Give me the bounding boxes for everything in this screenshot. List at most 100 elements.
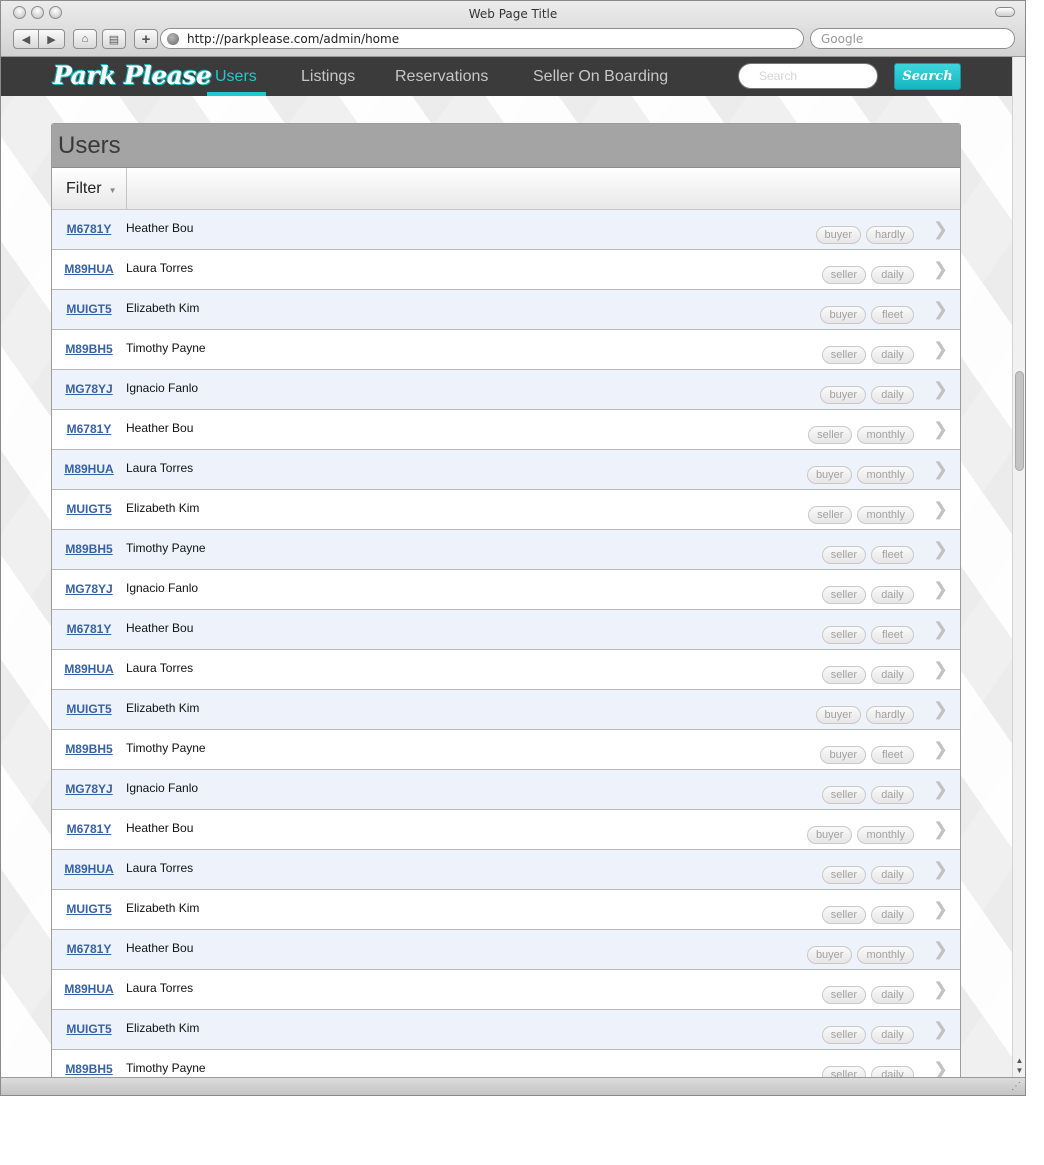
user-row[interactable]: M6781Y Heather Bou seller monthly ❯ bbox=[52, 410, 960, 450]
chevron-right-icon[interactable]: ❯ bbox=[933, 699, 948, 720]
window-status-bar: ⋰ bbox=[1, 1077, 1025, 1095]
user-id-link[interactable]: M89HUA bbox=[59, 862, 119, 876]
chevron-right-icon[interactable]: ❯ bbox=[933, 579, 948, 600]
user-tags: buyer hardly bbox=[815, 226, 914, 244]
chevron-right-icon[interactable]: ❯ bbox=[933, 899, 948, 920]
user-tags: seller daily bbox=[821, 786, 914, 804]
user-row[interactable]: MG78YJ Ignacio Fanlo seller daily ❯ bbox=[52, 770, 960, 810]
role-badge: buyer bbox=[815, 706, 862, 724]
chevron-right-icon[interactable]: ❯ bbox=[933, 619, 948, 640]
user-row[interactable]: M89BH5 Timothy Payne seller fleet ❯ bbox=[52, 530, 960, 570]
user-id-link[interactable]: M89BH5 bbox=[59, 742, 119, 756]
user-row[interactable]: M89HUA Laura Torres seller daily ❯ bbox=[52, 850, 960, 890]
role-badge: seller bbox=[821, 1026, 866, 1044]
chevron-right-icon[interactable]: ❯ bbox=[933, 819, 948, 840]
user-row[interactable]: M89BH5 Timothy Payne buyer fleet ❯ bbox=[52, 730, 960, 770]
home-button[interactable]: ⌂ bbox=[73, 29, 97, 49]
user-row[interactable]: MUIGT5 Elizabeth Kim seller daily ❯ bbox=[52, 890, 960, 930]
user-row[interactable]: MUIGT5 Elizabeth Kim seller monthly ❯ bbox=[52, 490, 960, 530]
user-row[interactable]: M6781Y Heather Bou seller fleet ❯ bbox=[52, 610, 960, 650]
user-row[interactable]: MG78YJ Ignacio Fanlo seller daily ❯ bbox=[52, 570, 960, 610]
user-id-link[interactable]: M89HUA bbox=[59, 462, 119, 476]
user-id-link[interactable]: M89HUA bbox=[59, 262, 119, 276]
user-id-link[interactable]: M89HUA bbox=[59, 662, 119, 676]
chevron-right-icon[interactable]: ❯ bbox=[933, 1019, 948, 1040]
user-name: Elizabeth Kim bbox=[126, 901, 200, 915]
user-id-link[interactable]: MUIGT5 bbox=[59, 702, 119, 716]
user-id-link[interactable]: M6781Y bbox=[59, 422, 119, 436]
user-tags: seller daily bbox=[821, 586, 914, 604]
user-row[interactable]: MUIGT5 Elizabeth Kim buyer fleet ❯ bbox=[52, 290, 960, 330]
user-id-link[interactable]: MUIGT5 bbox=[59, 1022, 119, 1036]
browser-search-input[interactable] bbox=[821, 31, 1001, 46]
user-id-link[interactable]: M89HUA bbox=[59, 982, 119, 996]
user-id-link[interactable]: M89BH5 bbox=[59, 1062, 119, 1076]
user-row[interactable]: MUIGT5 Elizabeth Kim seller daily ❯ bbox=[52, 1010, 960, 1050]
user-row[interactable]: M89BH5 Timothy Payne seller daily ❯ bbox=[52, 330, 960, 370]
nav-users[interactable]: Users bbox=[215, 68, 257, 86]
chevron-right-icon[interactable]: ❯ bbox=[933, 779, 948, 800]
chevron-right-icon[interactable]: ❯ bbox=[933, 259, 948, 280]
chevron-right-icon[interactable]: ❯ bbox=[933, 939, 948, 960]
user-id-link[interactable]: MUIGT5 bbox=[59, 302, 119, 316]
nav-seller-on-boarding[interactable]: Seller On Boarding bbox=[533, 68, 668, 86]
user-row[interactable]: M89HUA Laura Torres seller daily ❯ bbox=[52, 250, 960, 290]
user-row[interactable]: M89BH5 Timothy Payne seller daily ❯ bbox=[52, 1050, 960, 1078]
print-button[interactable]: ▤ bbox=[102, 29, 126, 49]
home-icon: ⌂ bbox=[81, 33, 89, 45]
url-input[interactable] bbox=[187, 31, 787, 46]
address-bar[interactable] bbox=[160, 28, 804, 49]
user-id-link[interactable]: M89BH5 bbox=[59, 542, 119, 556]
user-id-link[interactable]: M6781Y bbox=[59, 222, 119, 236]
chevron-right-icon[interactable]: ❯ bbox=[933, 219, 948, 240]
user-id-link[interactable]: MUIGT5 bbox=[59, 902, 119, 916]
user-row[interactable]: MUIGT5 Elizabeth Kim buyer hardly ❯ bbox=[52, 690, 960, 730]
toolbar-toggle-button[interactable] bbox=[995, 7, 1015, 17]
app-search-input[interactable] bbox=[759, 64, 869, 88]
nav-listings[interactable]: Listings bbox=[301, 68, 355, 86]
resize-grip-icon[interactable]: ⋰ bbox=[1011, 1081, 1021, 1092]
user-row[interactable]: MG78YJ Ignacio Fanlo buyer daily ❯ bbox=[52, 370, 960, 410]
user-id-link[interactable]: M6781Y bbox=[59, 622, 119, 636]
chevron-right-icon[interactable]: ❯ bbox=[933, 979, 948, 1000]
add-bookmark-button[interactable]: + bbox=[134, 29, 158, 49]
chevron-right-icon[interactable]: ❯ bbox=[933, 459, 948, 480]
user-row[interactable]: M89HUA Laura Torres seller daily ❯ bbox=[52, 970, 960, 1010]
chevron-right-icon[interactable]: ❯ bbox=[933, 659, 948, 680]
back-button[interactable]: ◀ bbox=[13, 29, 39, 49]
user-row[interactable]: M6781Y Heather Bou buyer monthly ❯ bbox=[52, 930, 960, 970]
chevron-right-icon[interactable]: ❯ bbox=[933, 739, 948, 760]
forward-button[interactable]: ▶ bbox=[39, 29, 65, 49]
chevron-right-icon[interactable]: ❯ bbox=[933, 419, 948, 440]
chevron-right-icon[interactable]: ❯ bbox=[933, 1059, 948, 1078]
user-row[interactable]: M6781Y Heather Bou buyer hardly ❯ bbox=[52, 210, 960, 250]
user-row[interactable]: M89HUA Laura Torres buyer monthly ❯ bbox=[52, 450, 960, 490]
user-id-link[interactable]: MG78YJ bbox=[59, 382, 119, 396]
vertical-scrollbar[interactable]: ▲ ▼ bbox=[1012, 57, 1025, 1078]
app-search-field[interactable] bbox=[738, 63, 878, 89]
scroll-arrows[interactable]: ▲ ▼ bbox=[1014, 1056, 1025, 1076]
chevron-right-icon[interactable]: ❯ bbox=[933, 299, 948, 320]
plan-badge: monthly bbox=[857, 506, 914, 524]
scroll-thumb[interactable] bbox=[1015, 371, 1024, 471]
nav-reservations[interactable]: Reservations bbox=[395, 68, 488, 86]
chevron-right-icon[interactable]: ❯ bbox=[933, 859, 948, 880]
user-id-link[interactable]: MG78YJ bbox=[59, 782, 119, 796]
user-row[interactable]: M89HUA Laura Torres seller daily ❯ bbox=[52, 650, 960, 690]
browser-search-bar[interactable] bbox=[810, 28, 1015, 49]
chevron-right-icon[interactable]: ❯ bbox=[933, 539, 948, 560]
search-button[interactable]: Search bbox=[894, 63, 961, 90]
park-please-logo[interactable]: Park Please bbox=[53, 61, 212, 90]
user-id-link[interactable]: M6781Y bbox=[59, 822, 119, 836]
user-id-link[interactable]: MUIGT5 bbox=[59, 502, 119, 516]
user-id-link[interactable]: MG78YJ bbox=[59, 582, 119, 596]
user-row[interactable]: M6781Y Heather Bou buyer monthly ❯ bbox=[52, 810, 960, 850]
filter-dropdown[interactable]: Filter ▼ bbox=[52, 168, 127, 209]
user-id-link[interactable]: M6781Y bbox=[59, 942, 119, 956]
user-id-link[interactable]: M89BH5 bbox=[59, 342, 119, 356]
chevron-right-icon[interactable]: ❯ bbox=[933, 339, 948, 360]
chevron-right-icon[interactable]: ❯ bbox=[933, 379, 948, 400]
user-tags: seller monthly bbox=[808, 506, 914, 524]
forward-arrow-icon: ▶ bbox=[47, 33, 56, 46]
chevron-right-icon[interactable]: ❯ bbox=[933, 499, 948, 520]
